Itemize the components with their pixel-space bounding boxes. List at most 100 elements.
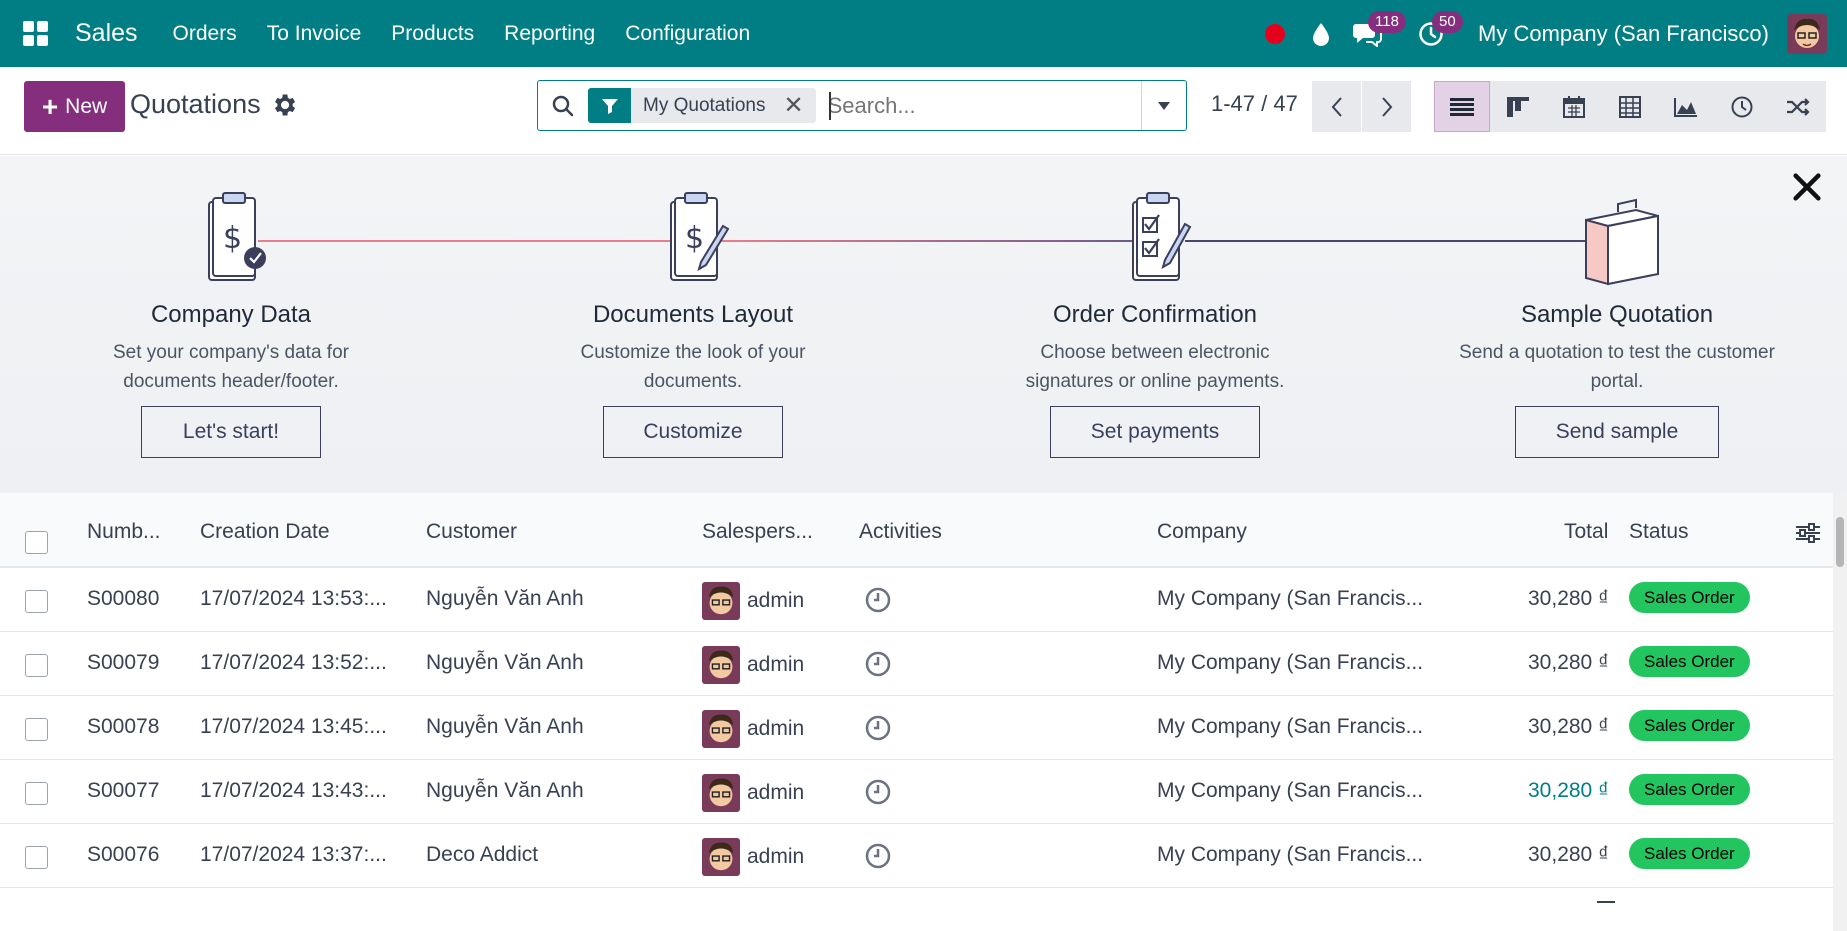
column-header-salesperson[interactable]: Salespers...: [702, 520, 813, 544]
close-icon[interactable]: [1790, 170, 1824, 204]
customize-button[interactable]: Customize: [603, 406, 783, 458]
view-switcher: [1434, 81, 1826, 132]
cell-company: My Company (San Francis...: [1157, 779, 1424, 802]
search-dropdown-toggle[interactable]: [1141, 81, 1186, 130]
row-checkbox[interactable]: [25, 718, 48, 741]
list-view-button[interactable]: [1434, 81, 1490, 132]
filter-icon: [588, 88, 631, 123]
control-panel: + New Quotations My Quotations ✕ 1-47 / …: [0, 67, 1847, 155]
cell-customer: Nguyễn Văn Anh: [426, 651, 584, 674]
optional-columns-icon[interactable]: [1795, 521, 1821, 545]
search-facet: My Quotations ✕: [588, 88, 816, 123]
cell-number: S00078: [87, 715, 160, 738]
cell-customer: Nguyễn Văn Anh: [426, 779, 584, 802]
activities-button[interactable]: 50: [1408, 0, 1463, 67]
messages-button[interactable]: 118: [1344, 0, 1406, 67]
status-badge: Sales Order: [1629, 838, 1750, 869]
step-description: Customize the look of your documents.: [580, 342, 806, 392]
column-header-creation-date[interactable]: Creation Date: [200, 520, 330, 544]
row-checkbox[interactable]: [25, 590, 48, 613]
row-checkbox[interactable]: [25, 782, 48, 805]
cohort-view-icon: [1787, 97, 1810, 116]
table-row[interactable]: S00078 17/07/2024 13:45:... Nguyễn Văn A…: [0, 696, 1833, 760]
step-title: Order Confirmation: [1052, 301, 1258, 328]
pivot-view-icon: [1619, 95, 1641, 118]
new-button[interactable]: + New: [24, 81, 125, 132]
menu-to-invoice[interactable]: To Invoice: [252, 22, 377, 46]
calendar-view-button[interactable]: [1546, 81, 1602, 132]
row-checkbox[interactable]: [25, 654, 48, 677]
caret-down-icon: [1158, 101, 1170, 110]
table-row[interactable]: S00077 17/07/2024 13:43:... Nguyễn Văn A…: [0, 760, 1833, 824]
cell-total[interactable]: 30,280 ₫: [1528, 779, 1609, 803]
progress-line: [258, 240, 678, 242]
pager-next-button[interactable]: [1362, 81, 1411, 132]
search-icon[interactable]: [538, 94, 588, 118]
menu-configuration[interactable]: Configuration: [610, 22, 765, 46]
recording-button[interactable]: [1252, 0, 1298, 67]
footer-divider: [1597, 901, 1615, 903]
clipboard-checklist-icon: [1132, 192, 1192, 281]
top-navbar: Sales Orders To Invoice Products Reporti…: [0, 0, 1847, 67]
suitcase-icon: [1585, 198, 1659, 286]
cell-number: S00079: [87, 651, 160, 674]
column-header-total[interactable]: Total: [1564, 520, 1608, 544]
text-cursor: [829, 92, 831, 120]
kanban-view-button[interactable]: [1490, 81, 1546, 132]
row-checkbox[interactable]: [25, 846, 48, 869]
activity-view-button[interactable]: [1714, 81, 1770, 132]
cell-salesperson: admin: [747, 589, 805, 612]
search-input[interactable]: [827, 92, 1128, 119]
cohort-view-button[interactable]: [1770, 81, 1826, 132]
clock-icon[interactable]: [865, 715, 891, 741]
cell-number: S00080: [87, 587, 160, 610]
send-sample-button[interactable]: Send sample: [1515, 406, 1719, 458]
column-header-activities[interactable]: Activities: [859, 520, 942, 544]
apps-grid-icon: [22, 21, 48, 46]
graph-view-button[interactable]: [1658, 81, 1714, 132]
clock-icon[interactable]: [865, 587, 891, 613]
table-row[interactable]: S00076 17/07/2024 13:37:... Deco Addict …: [0, 824, 1833, 888]
cell-company: My Company (San Francis...: [1157, 587, 1424, 610]
menu-products[interactable]: Products: [376, 22, 489, 46]
progress-line: [720, 240, 1140, 242]
set-payments-button[interactable]: Set payments: [1050, 406, 1260, 458]
menu-reporting[interactable]: Reporting: [489, 22, 610, 46]
app-name[interactable]: Sales: [75, 19, 138, 48]
scrollbar-thumb[interactable]: [1836, 517, 1844, 567]
user-avatar[interactable]: [1787, 13, 1827, 54]
chevron-right-icon: [1381, 96, 1392, 117]
gear-icon[interactable]: [270, 91, 298, 119]
cell-company: My Company (San Francis...: [1157, 651, 1424, 674]
cell-total: 30,280 ₫: [1528, 843, 1609, 866]
debug-button[interactable]: [1298, 0, 1344, 67]
column-header-customer[interactable]: Customer: [426, 520, 517, 544]
step-title: Sample Quotation: [1520, 301, 1714, 328]
table-body: S00080 17/07/2024 13:53:... Nguyễn Văn A…: [0, 568, 1833, 888]
plus-icon: +: [41, 90, 59, 122]
avatar: [702, 646, 740, 684]
menu-orders[interactable]: Orders: [158, 22, 252, 46]
column-header-number[interactable]: Numb...: [87, 520, 161, 544]
column-header-company[interactable]: Company: [1157, 520, 1247, 544]
chevron-left-icon: [1331, 96, 1342, 117]
table-row[interactable]: S00080 17/07/2024 13:53:... Nguyễn Văn A…: [0, 568, 1833, 632]
column-header-status[interactable]: Status: [1629, 520, 1689, 544]
company-switcher[interactable]: My Company (San Francisco): [1478, 21, 1769, 47]
pager-previous-button[interactable]: [1312, 81, 1361, 132]
select-all-checkbox[interactable]: [25, 531, 48, 554]
apps-menu-button[interactable]: [0, 0, 70, 67]
lets-start-button[interactable]: Let's start!: [141, 406, 321, 458]
clock-icon[interactable]: [865, 779, 891, 805]
table-row[interactable]: S00079 17/07/2024 13:52:... Nguyễn Văn A…: [0, 632, 1833, 696]
clock-icon[interactable]: [865, 651, 891, 677]
pivot-view-button[interactable]: [1602, 81, 1658, 132]
pager-value[interactable]: 1-47 / 47: [1211, 91, 1298, 117]
avatar: [702, 710, 740, 748]
facet-remove-button[interactable]: ✕: [778, 88, 816, 123]
activity-view-icon: [1731, 96, 1753, 117]
cell-salesperson: admin: [747, 845, 805, 868]
clock-icon[interactable]: [865, 843, 891, 869]
cell-company: My Company (San Francis...: [1157, 715, 1424, 738]
scrollbar[interactable]: [1833, 493, 1847, 931]
